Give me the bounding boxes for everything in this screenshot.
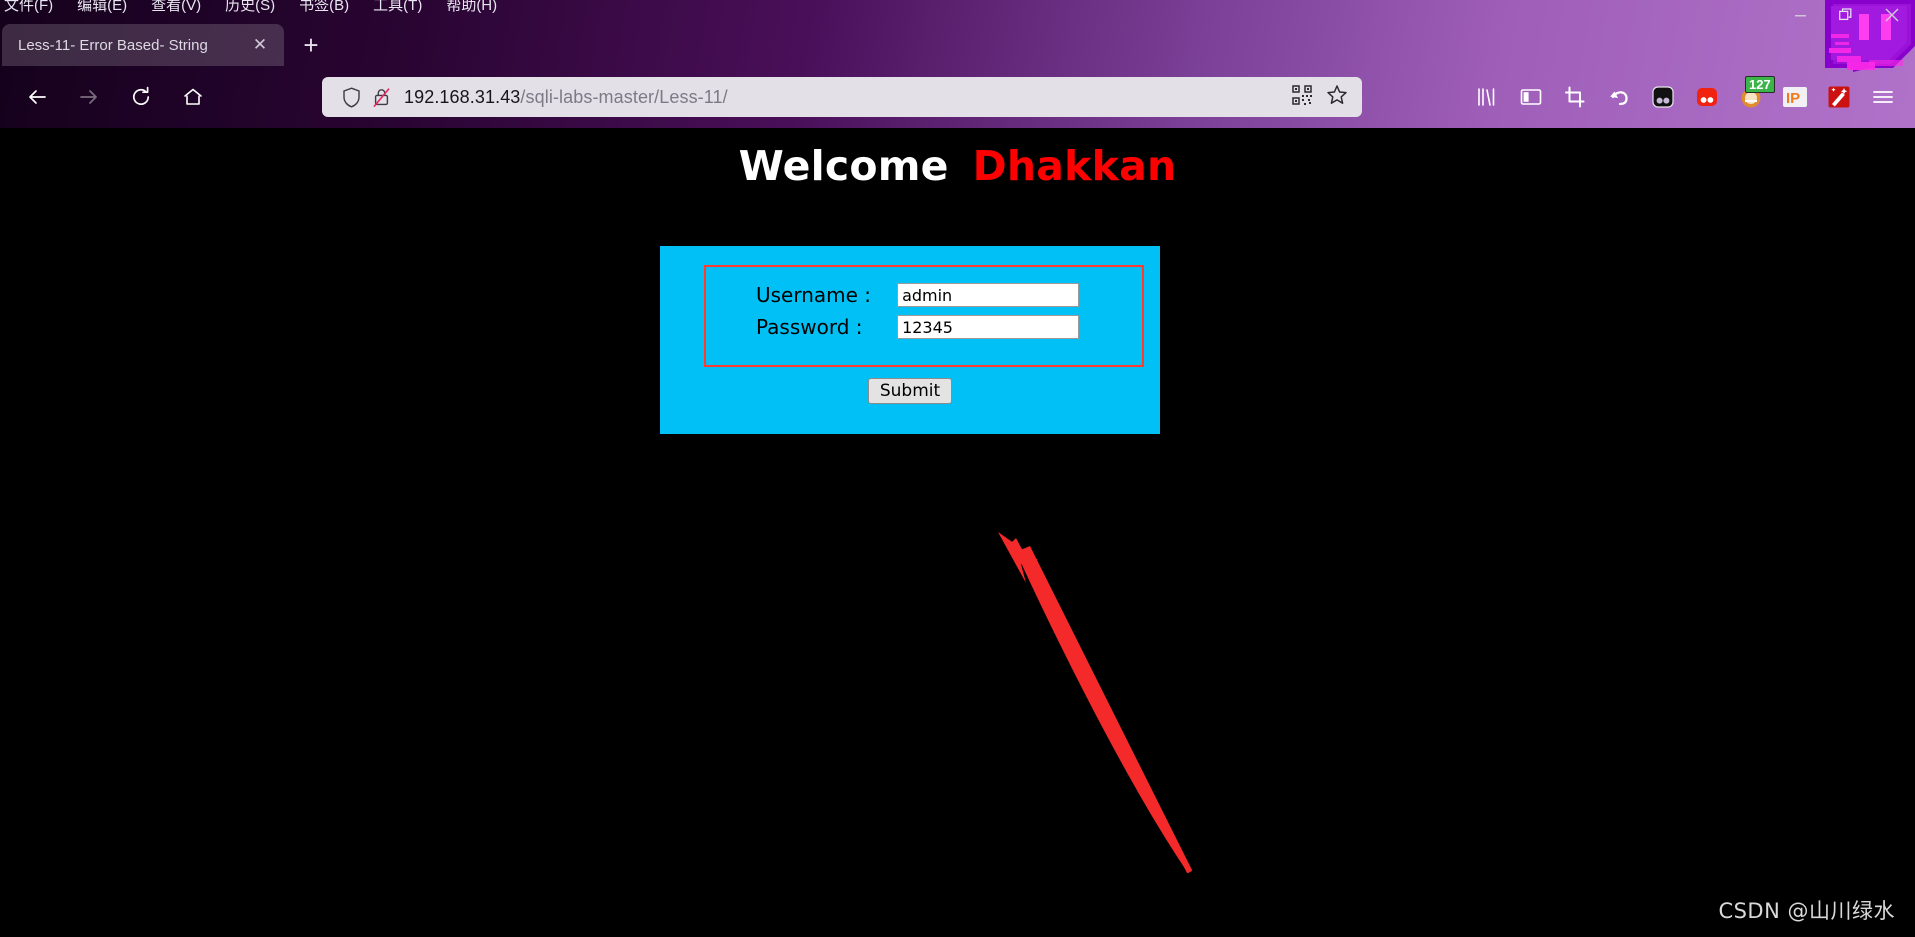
welcome-highlight: Dhakkan	[972, 142, 1177, 190]
menu-item-view[interactable]: 查看(V)	[151, 0, 201, 15]
star-icon[interactable]	[1326, 84, 1348, 111]
tab-active[interactable]: Less-11- Error Based- String ✕	[2, 24, 284, 66]
watermark: CSDN @山川绿水	[1718, 899, 1895, 923]
submit-row: Submit	[660, 378, 1160, 404]
page-content: Welcome Dhakkan Username : Password : Sub…	[0, 128, 1915, 937]
browser-chrome: 文件(F) 编辑(E) 查看(V) 历史(S) 书签(B) 工具(T) 帮助(H…	[0, 0, 1915, 128]
table-row: Password :	[756, 311, 1080, 343]
menu-item-edit[interactable]: 编辑(E)	[77, 0, 127, 15]
lock-crossed-icon[interactable]	[366, 87, 396, 108]
menu-item-history[interactable]: 历史(S)	[225, 0, 275, 15]
close-icon[interactable]: ✕	[248, 33, 272, 57]
svg-text:IP: IP	[1786, 90, 1800, 107]
forward-arrow-icon[interactable]	[66, 77, 112, 117]
qr-code-icon[interactable]	[1292, 84, 1312, 110]
browser-window: 文件(F) 编辑(E) 查看(V) 历史(S) 书签(B) 工具(T) 帮助(H…	[0, 0, 1915, 937]
submit-button[interactable]: Submit	[867, 378, 953, 404]
tab-strip: Less-11- Error Based- String ✕ +	[0, 22, 1915, 66]
menu-icon[interactable]	[1861, 76, 1905, 118]
credentials-fieldset: Username : Password :	[704, 265, 1144, 367]
new-tab-button[interactable]: +	[294, 28, 328, 62]
extensions-toolbar: 127 IP	[1465, 66, 1905, 128]
username-label: Username :	[756, 283, 872, 307]
window-controls	[1735, 0, 1915, 30]
tab-title: Less-11- Error Based- String	[18, 36, 208, 54]
menu-item-bookmarks[interactable]: 书签(B)	[299, 0, 349, 15]
library-icon[interactable]	[1465, 76, 1509, 118]
menu-item-tools[interactable]: 工具(T)	[373, 0, 422, 15]
username-input[interactable]	[897, 283, 1080, 307]
login-form: Username : Password : Submit	[660, 246, 1160, 434]
extension-black-icon[interactable]	[1641, 76, 1685, 118]
menu-bar: 文件(F) 编辑(E) 查看(V) 历史(S) 书签(B) 工具(T) 帮助(H…	[0, 0, 497, 15]
table-row: Username :	[756, 279, 1080, 311]
url-text[interactable]: 192.168.31.43/sqli-labs-master/Less-11/	[396, 87, 1292, 108]
ip-icon[interactable]: IP	[1773, 76, 1817, 118]
credentials-table: Username : Password :	[756, 279, 1080, 343]
url-path: /sqli-labs-master/Less-11/	[520, 86, 728, 107]
magic-wand-icon[interactable]	[1817, 76, 1861, 118]
extension-red-icon[interactable]	[1685, 76, 1729, 118]
crop-icon[interactable]	[1553, 76, 1597, 118]
home-icon[interactable]	[170, 77, 216, 117]
undo-icon[interactable]	[1597, 76, 1641, 118]
minimize-button[interactable]	[1777, 0, 1823, 30]
close-button[interactable]	[1869, 0, 1915, 30]
welcome-text: Welcome	[738, 142, 949, 190]
extension-badge-icon[interactable]: 127	[1729, 76, 1775, 118]
url-host: 192.168.31.43	[404, 86, 521, 107]
menu-item-help[interactable]: 帮助(H)	[446, 0, 497, 15]
password-input[interactable]	[897, 315, 1080, 339]
restore-button[interactable]	[1823, 0, 1869, 30]
password-label: Password :	[756, 315, 863, 339]
page-title: Welcome Dhakkan	[0, 142, 1915, 190]
badge-count: 127	[1745, 76, 1775, 93]
reload-icon[interactable]	[118, 77, 164, 117]
back-arrow-icon[interactable]	[14, 77, 60, 117]
address-bar[interactable]: 192.168.31.43/sqli-labs-master/Less-11/	[322, 77, 1362, 117]
sidebar-icon[interactable]	[1509, 76, 1553, 118]
shield-icon[interactable]	[336, 86, 366, 108]
menu-item-file[interactable]: 文件(F)	[4, 0, 53, 15]
